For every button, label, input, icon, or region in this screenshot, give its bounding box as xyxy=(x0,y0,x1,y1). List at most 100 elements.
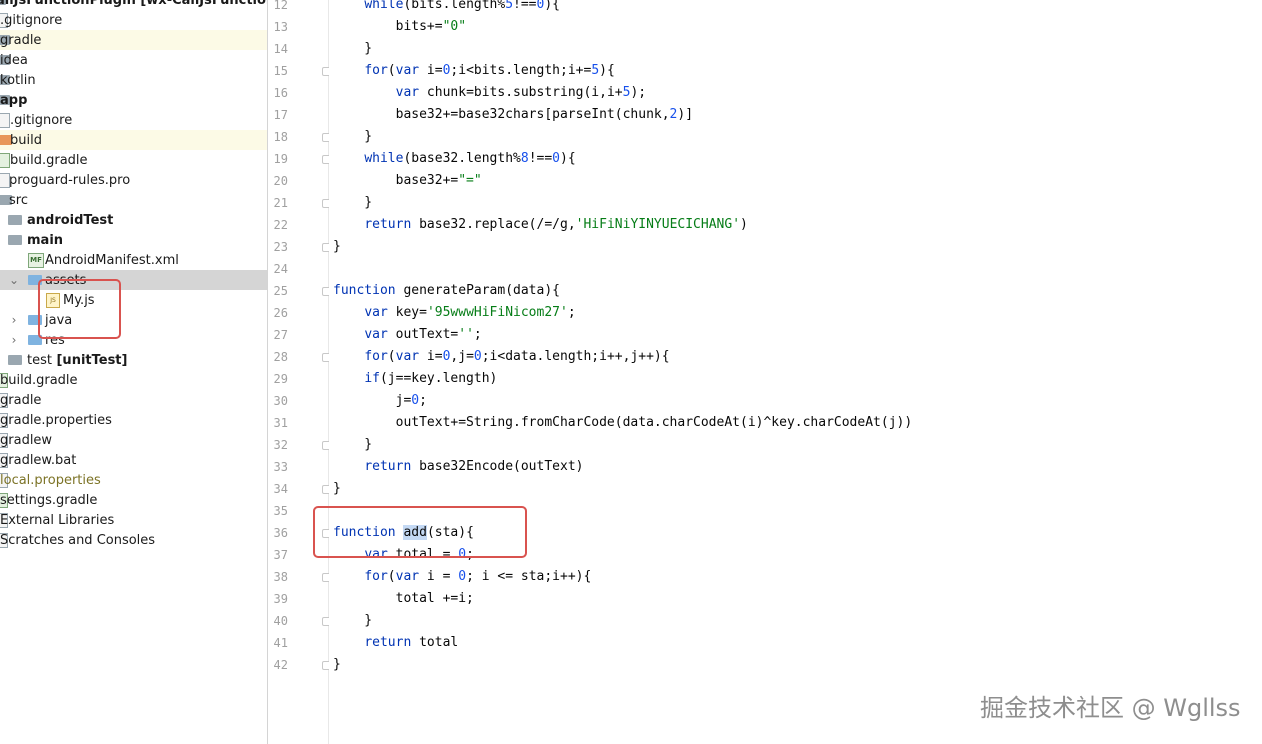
tree-item-label: gradlew xyxy=(0,432,53,448)
tree-item[interactable]: app xyxy=(0,90,267,110)
tree-item[interactable]: MF AndroidManifest.xml xyxy=(0,250,267,270)
code-line: var key='95wwwHiFiNicom27'; xyxy=(364,305,576,320)
tree-item-label: local.properties xyxy=(0,472,101,488)
line-number: 32 xyxy=(273,438,288,452)
chevron-down-icon[interactable]: ⌄ xyxy=(8,273,20,287)
line-number: 29 xyxy=(273,372,288,386)
tree-item[interactable]: src xyxy=(0,190,267,210)
line-number: 24 xyxy=(273,262,288,276)
tree-item-label: .gitignore xyxy=(10,112,73,128)
annotation-box-assets xyxy=(38,279,121,339)
tree-item[interactable]: allJsFunctionPlugin [wx-CallJsFunction-P… xyxy=(0,0,267,10)
tree-item-label: build.gradle xyxy=(10,152,88,168)
tree-item[interactable]: kotlin xyxy=(0,70,267,90)
line-number: 38 xyxy=(273,570,288,584)
code-line: function generateParam(data){ xyxy=(333,283,560,298)
code-line: return total xyxy=(364,635,459,650)
tree-item[interactable]: test [unitTest] xyxy=(0,350,267,370)
tree-item[interactable]: local.properties xyxy=(0,470,267,490)
code-line: while(bits.length%5!==0){ xyxy=(364,0,560,12)
line-number: 22 xyxy=(273,218,288,232)
tree-item-label: Scratches and Consoles xyxy=(0,532,156,548)
tree-item-label: proguard-rules.pro xyxy=(9,172,131,188)
code-line: base32+="=" xyxy=(333,173,482,188)
tree-item[interactable]: build xyxy=(0,130,267,150)
watermark: 掘金技术社区 @ Wgllss xyxy=(980,694,1241,722)
tree-item-label: settings.gradle xyxy=(0,492,98,508)
chevron-right-icon[interactable]: › xyxy=(8,333,20,347)
tree-item[interactable]: build.gradle xyxy=(0,370,267,390)
line-number: 19 xyxy=(273,152,288,166)
code-line: } xyxy=(333,239,341,254)
project-tree-panel: allJsFunctionPlugin [wx-CallJsFunction-P… xyxy=(0,0,268,744)
line-number: 33 xyxy=(273,460,288,474)
line-number: 36 xyxy=(273,526,288,540)
folder-icon xyxy=(8,215,22,225)
line-number: 12 xyxy=(273,0,288,12)
code-line: var chunk=bits.substring(i,i+5); xyxy=(395,85,647,100)
gradle-file-icon xyxy=(0,153,10,168)
code-line: total +=i; xyxy=(333,591,474,606)
tree-item-label: gradlew.bat xyxy=(0,452,77,468)
line-number: 27 xyxy=(273,328,288,342)
tree-item[interactable]: Scratches and Consoles xyxy=(0,530,267,550)
folder-icon xyxy=(8,355,22,365)
code-line: } xyxy=(333,613,373,628)
tree-item-label: androidTest xyxy=(27,212,114,228)
annotation-box-add-function xyxy=(313,506,527,558)
tree-item-label: app xyxy=(0,92,28,108)
line-number: 40 xyxy=(273,614,288,628)
tree-item[interactable]: settings.gradle xyxy=(0,490,267,510)
tree-item[interactable]: main xyxy=(0,230,267,250)
tree-item[interactable]: gradlew xyxy=(0,430,267,450)
line-number: 34 xyxy=(273,482,288,496)
editor-gutter: 12 13 14 15 16 17 18 19 20 21 22 23 24 25 26 27 28 29 30 31… xyxy=(268,0,331,744)
code-line: } xyxy=(333,657,341,672)
tree-item[interactable]: idea xyxy=(0,50,267,70)
code-line: } xyxy=(333,195,373,210)
tree-item[interactable]: gradle xyxy=(0,390,267,410)
tree-item-label: main xyxy=(27,232,64,248)
chevron-right-icon[interactable]: › xyxy=(8,313,20,327)
code-line: outText+=String.fromCharCode(data.charCo… xyxy=(333,415,913,430)
tree-item[interactable]: build.gradle xyxy=(0,150,267,170)
tree-item-label: gradle xyxy=(0,392,42,408)
line-number: 23 xyxy=(273,240,288,254)
tree-item[interactable]: proguard-rules.pro xyxy=(0,170,267,190)
line-number: 13 xyxy=(273,20,288,34)
line-number: 28 xyxy=(273,350,288,364)
tree-item[interactable]: gradlew.bat xyxy=(0,450,267,470)
folder-icon xyxy=(8,235,22,245)
tree-item[interactable]: gradle.properties xyxy=(0,410,267,430)
tree-item-label: build.gradle xyxy=(0,372,78,388)
file-icon xyxy=(0,113,10,128)
code-editor[interactable]: while(bits.length%5!==0){ bits+="0" } fo… xyxy=(329,0,1262,744)
tree-item-label: External Libraries xyxy=(0,512,115,528)
line-number: 20 xyxy=(273,174,288,188)
code-line: for(var i=0;i<bits.length;i+=5){ xyxy=(364,63,615,78)
line-number: 39 xyxy=(273,592,288,606)
code-line: j=0; xyxy=(333,393,427,408)
code-line: base32+=base32chars[parseInt(chunk,2)] xyxy=(333,107,694,122)
line-number: 14 xyxy=(273,42,288,56)
tree-item-label: .gitignore xyxy=(0,12,63,28)
manifest-file-icon: MF xyxy=(28,253,44,268)
tree-item[interactable]: .gitignore xyxy=(0,10,267,30)
line-number: 25 xyxy=(273,284,288,298)
line-number: 18 xyxy=(273,130,288,144)
line-number: 31 xyxy=(273,416,288,430)
code-line: while(base32.length%8!==0){ xyxy=(364,151,576,166)
line-number: 37 xyxy=(273,548,288,562)
tree-item[interactable]: External Libraries xyxy=(0,510,267,530)
tree-item-label: src xyxy=(9,192,28,208)
tree-item[interactable]: .gitignore xyxy=(0,110,267,130)
tree-item[interactable]: gradle xyxy=(0,30,267,50)
tree-item-label: allJsFunctionPlugin [wx-CallJsFunction-P… xyxy=(0,0,267,8)
tree-item-label: gradle.properties xyxy=(0,412,112,428)
tree-item-suffix: [unitTest] xyxy=(51,352,128,368)
tree-item[interactable]: androidTest xyxy=(0,210,267,230)
code-line: } xyxy=(333,437,373,452)
code-line: return base32.replace(/=/g,'HiFiNiYINYUE… xyxy=(364,217,748,232)
line-number: 26 xyxy=(273,306,288,320)
code-line: bits+="0" xyxy=(333,19,467,34)
